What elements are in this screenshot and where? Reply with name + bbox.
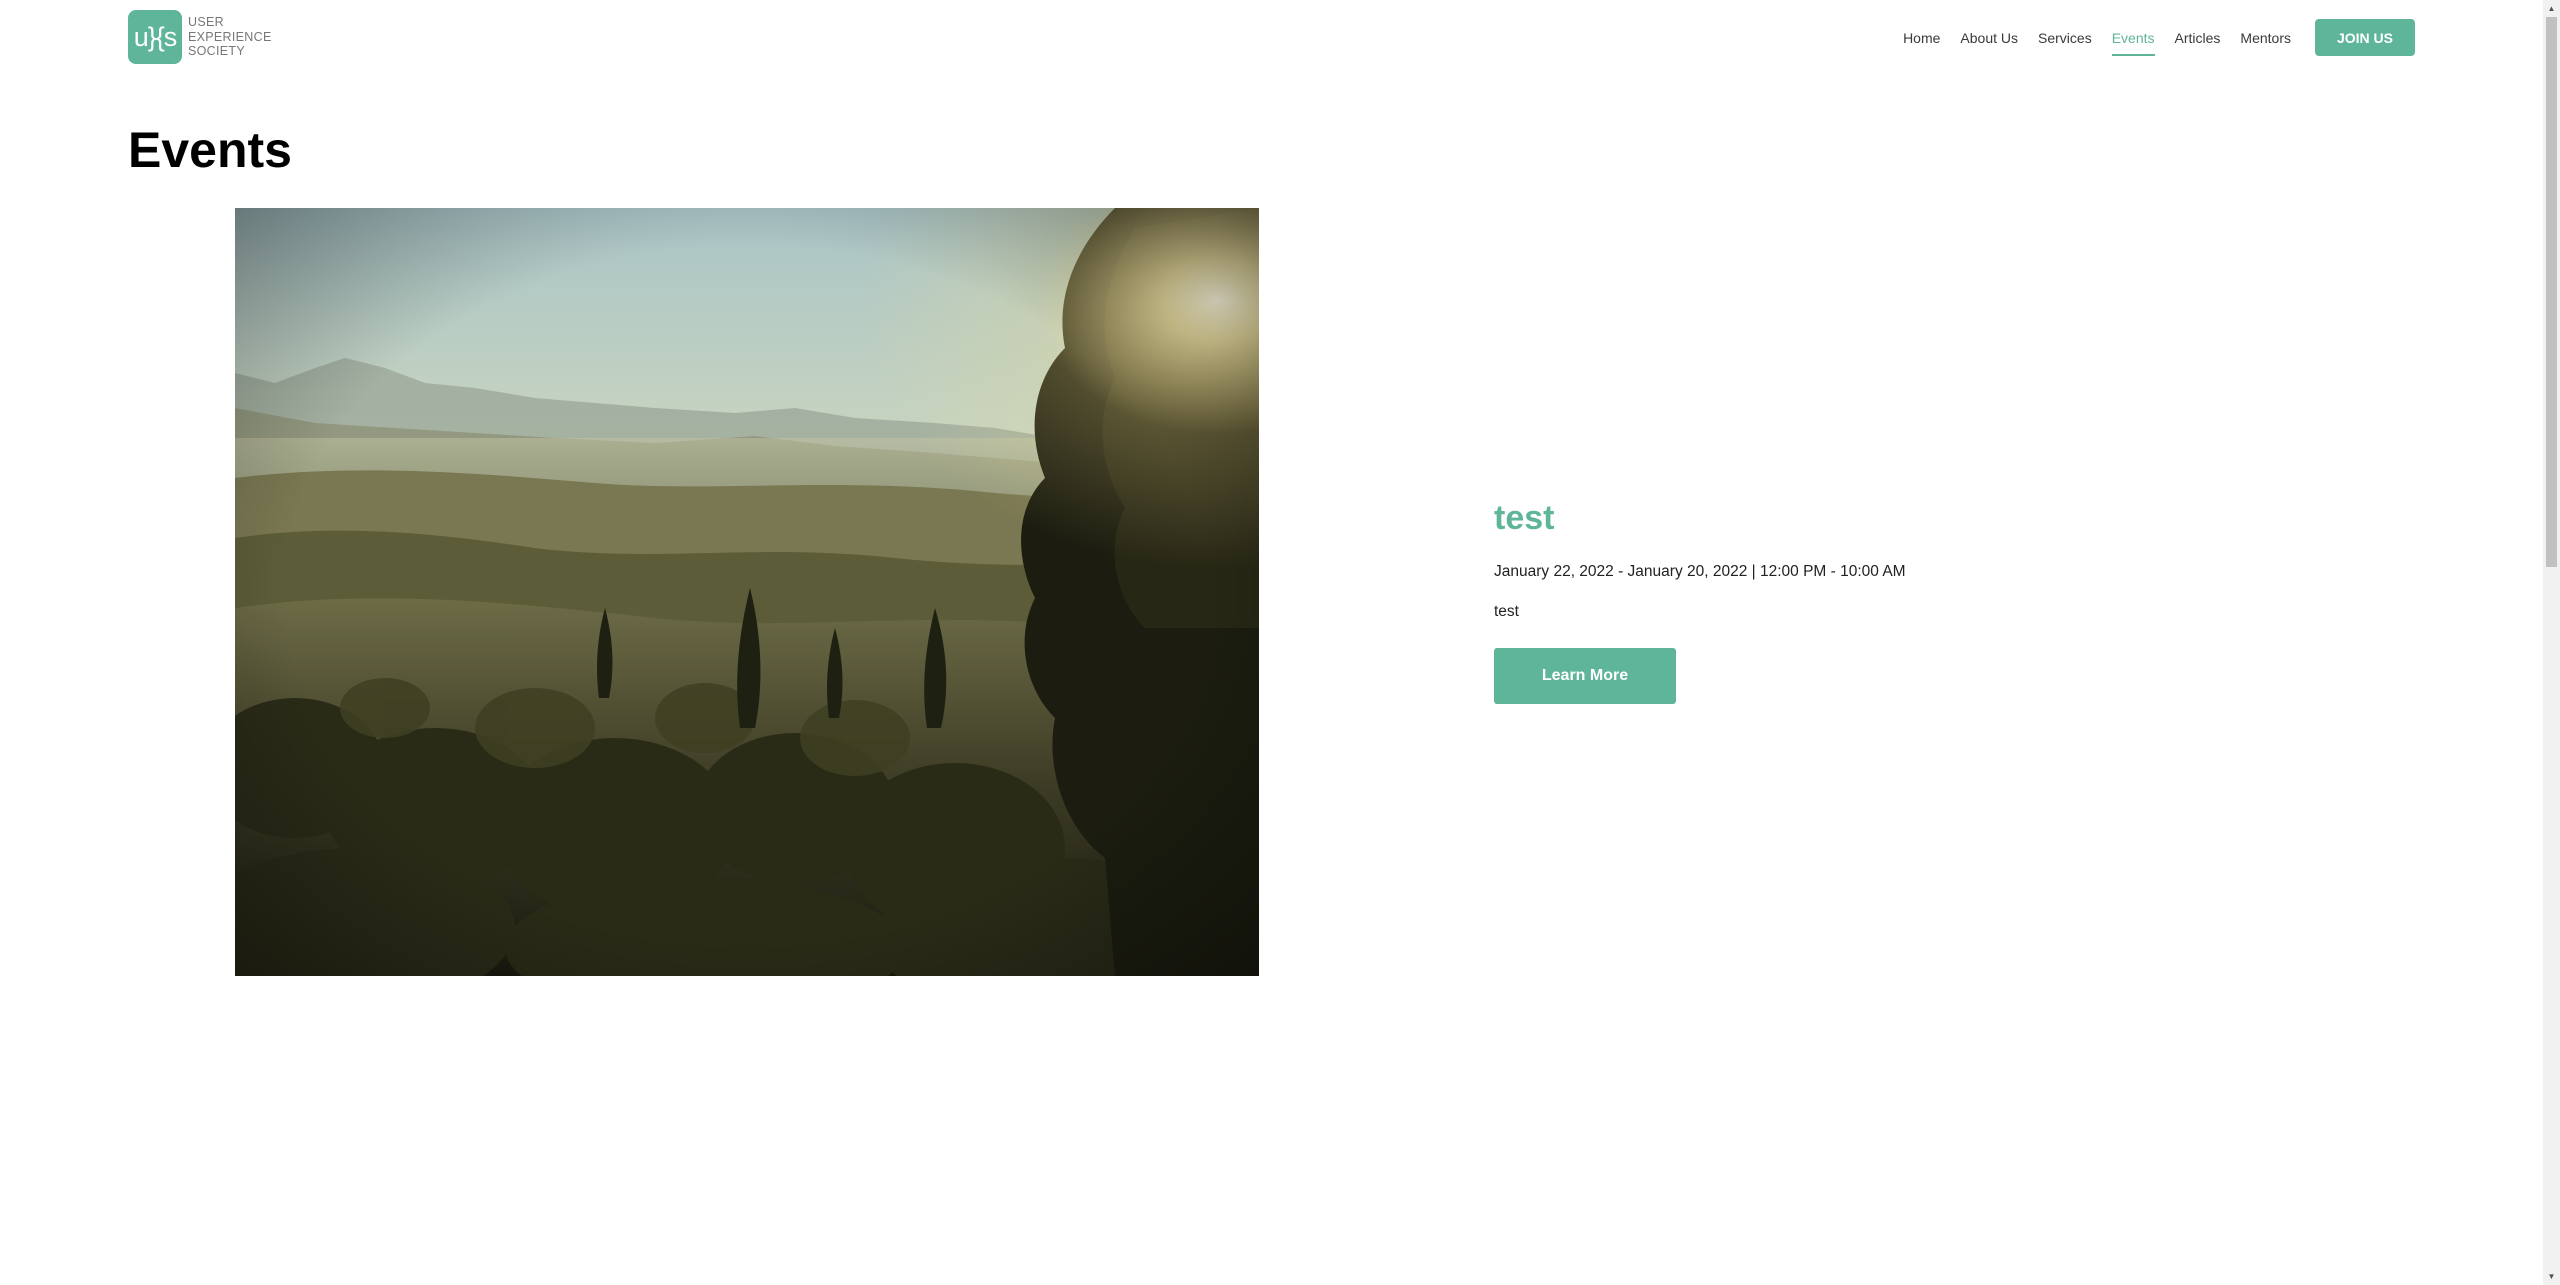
nav-articles[interactable]: Articles: [2175, 20, 2221, 56]
caret-down-icon[interactable]: ▼: [2543, 1268, 2560, 1285]
vertical-scrollbar[interactable]: ▲ ▼: [2543, 0, 2560, 1285]
main-nav: Home About Us Services Events Articles M…: [1883, 18, 2415, 57]
event-details: test January 22, 2022 - January 20, 2022…: [1494, 496, 2194, 704]
nav-home[interactable]: Home: [1903, 20, 1940, 56]
page-title: Events: [128, 122, 292, 178]
logo-mark-icon: u}{s: [128, 10, 182, 64]
nav-services[interactable]: Services: [2038, 20, 2092, 56]
nav-about-us[interactable]: About Us: [1960, 20, 2018, 56]
caret-up-icon[interactable]: ▲: [2543, 0, 2560, 17]
join-us-button[interactable]: JOIN US: [2315, 19, 2415, 56]
event-date: January 22, 2022 - January 20, 2022 | 12…: [1494, 563, 1906, 580]
logo-line-3: SOCIETY: [188, 44, 245, 59]
nav-mentors[interactable]: Mentors: [2240, 20, 2291, 56]
scrollbar-thumb[interactable]: [2546, 17, 2557, 567]
site-logo[interactable]: u}{s USER EXPERIENCE SOCIETY: [128, 10, 272, 64]
landscape-photo-icon: [235, 208, 1259, 976]
event-title[interactable]: test: [1494, 496, 2194, 540]
nav-events[interactable]: Events: [2111, 20, 2155, 56]
logo-line-2: EXPERIENCE: [188, 29, 272, 44]
logo-text: USER EXPERIENCE SOCIETY: [188, 15, 272, 59]
page: u}{s USER EXPERIENCE SOCIETY Home About …: [0, 0, 2560, 1285]
event-description: test: [1494, 603, 1519, 620]
event-image[interactable]: [235, 208, 1259, 976]
logo-line-1: USER: [188, 15, 224, 30]
learn-more-button[interactable]: Learn More: [1494, 648, 1676, 704]
